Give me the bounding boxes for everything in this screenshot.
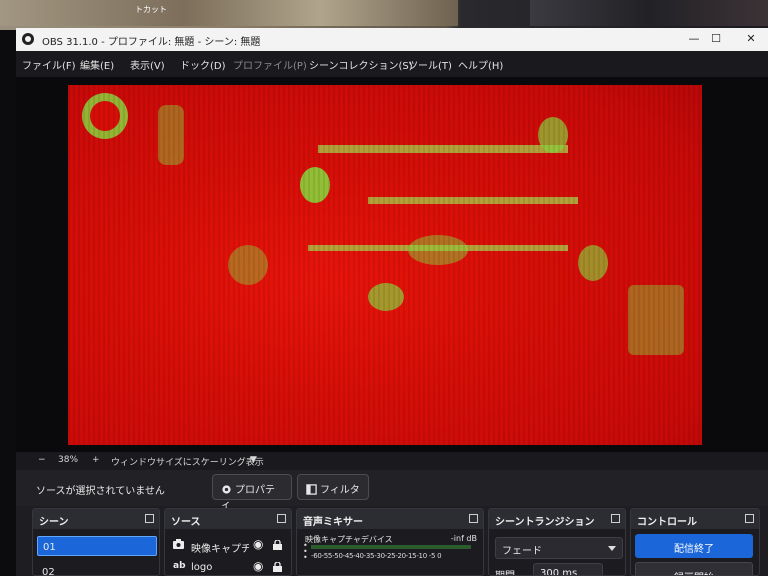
menu-bar: ファイル(F) 編集(E) 表示(V) ドック(D) プロファイル(P) シーン…	[16, 51, 768, 77]
menu-profile[interactable]: プロファイル(P)	[233, 57, 307, 72]
background-window-thumbnail	[0, 0, 458, 26]
source-item[interactable]: 映像キャプチャ ◉	[171, 537, 289, 555]
mixer-level-readout: -inf dB	[450, 534, 477, 543]
no-source-selected-label: ソースが選択されていません	[36, 486, 165, 497]
source-item[interactable]: ab logo ◉	[171, 559, 289, 575]
menu-dock[interactable]: ドック(D)	[180, 57, 226, 72]
duration-field[interactable]: 300 ms	[533, 563, 603, 575]
undock-icon[interactable]	[277, 514, 286, 523]
title-bar: OBS 31.1.0 - プロファイル: 無題 - シーン: 無題 — ☐ ✕	[16, 28, 768, 51]
transition-type-select[interactable]: フェード	[495, 537, 623, 559]
menu-view[interactable]: 表示(V)	[130, 57, 165, 72]
text-icon: ab	[173, 561, 186, 571]
camera-icon	[173, 539, 184, 549]
zoom-out-button[interactable]: −	[38, 455, 46, 465]
controls-dock: コントロール 配信終了 録画開始	[630, 508, 760, 576]
source-name: 映像キャプチャ	[191, 544, 249, 555]
gear-icon	[222, 485, 231, 494]
filters-button[interactable]: フィルタ	[297, 474, 369, 500]
source-name: logo	[191, 562, 213, 573]
visibility-eye-icon[interactable]: ◉	[253, 559, 263, 573]
background-window-thumbnail-2	[530, 0, 768, 26]
zoom-in-button[interactable]: +	[92, 455, 100, 465]
menu-scene-collection[interactable]: シーンコレクション(S)	[309, 57, 413, 72]
meter-scale: -60-55-50-45-40-35-30-25-20-15-10 -5 0	[311, 552, 442, 560]
obs-window: OBS 31.1.0 - プロファイル: 無題 - シーン: 無題 — ☐ ✕ …	[16, 28, 768, 576]
maximize-button[interactable]: ☐	[706, 31, 726, 47]
scenes-title: シーン	[39, 517, 69, 528]
scaling-mode-label: ウィンドウサイズにスケーリング表示	[111, 458, 264, 468]
scenes-dock: シーン 01 02	[32, 508, 160, 576]
scene-item-02[interactable]: 02	[37, 562, 157, 575]
chevron-down-icon	[608, 546, 616, 551]
sources-title: ソース	[171, 517, 201, 528]
zoom-level: 38%	[58, 455, 79, 465]
scene-transitions-dock: シーントランジション フェード 期間 300 ms	[488, 508, 626, 576]
preview-canvas[interactable]	[68, 85, 702, 445]
obs-logo-icon	[22, 33, 34, 45]
menu-edit[interactable]: 編集(E)	[80, 57, 114, 72]
undock-icon[interactable]	[469, 514, 478, 523]
mixer-device-name: 映像キャプチャデバイス	[305, 535, 393, 544]
zoom-bar: − 38% + ウィンドウサイズにスケーリング表示 ▼	[16, 452, 768, 470]
audio-mixer-dock: 音声ミキサー 映像キャプチャデバイス -inf dB • • • -60-55-50…	[296, 508, 484, 576]
visibility-eye-icon[interactable]: ◉	[253, 537, 263, 551]
close-button[interactable]: ✕	[741, 31, 761, 47]
source-toolbar: ソースが選択されていません プロパティ フィルタ	[16, 470, 768, 511]
window-title: OBS 31.1.0 - プロファイル: 無題 - シーン: 無題	[42, 37, 261, 48]
sources-dock: ソース 映像キャプチャ ◉ ab logo ◉	[164, 508, 292, 576]
stop-streaming-button[interactable]: 配信終了	[635, 534, 753, 558]
undock-icon[interactable]	[611, 514, 620, 523]
properties-button[interactable]: プロパティ	[212, 474, 292, 511]
controls-title: コントロール	[637, 517, 697, 528]
undock-icon[interactable]	[745, 514, 754, 523]
background-caption: トカット	[135, 5, 167, 14]
scaling-dropdown-icon[interactable]: ▼	[250, 455, 257, 465]
lock-icon[interactable]	[273, 562, 282, 572]
minimize-button[interactable]: —	[684, 31, 704, 47]
mixer-menu-icon[interactable]: • • •	[303, 542, 308, 562]
mixer-title: 音声ミキサー	[303, 517, 363, 528]
volume-meter	[311, 545, 471, 549]
desktop-background: トカット	[0, 0, 768, 30]
start-recording-button[interactable]: 録画開始	[635, 562, 753, 575]
menu-help[interactable]: ヘルプ(H)	[458, 57, 503, 72]
menu-tools[interactable]: ツール(T)	[408, 57, 452, 72]
transitions-title: シーントランジション	[495, 517, 595, 528]
duration-label: 期間	[495, 567, 515, 575]
filter-icon	[306, 484, 317, 495]
preview-area	[16, 77, 768, 452]
menu-file[interactable]: ファイル(F)	[22, 57, 76, 72]
scene-item-01[interactable]: 01	[37, 536, 157, 556]
undock-icon[interactable]	[145, 514, 154, 523]
lock-icon[interactable]	[273, 540, 282, 550]
